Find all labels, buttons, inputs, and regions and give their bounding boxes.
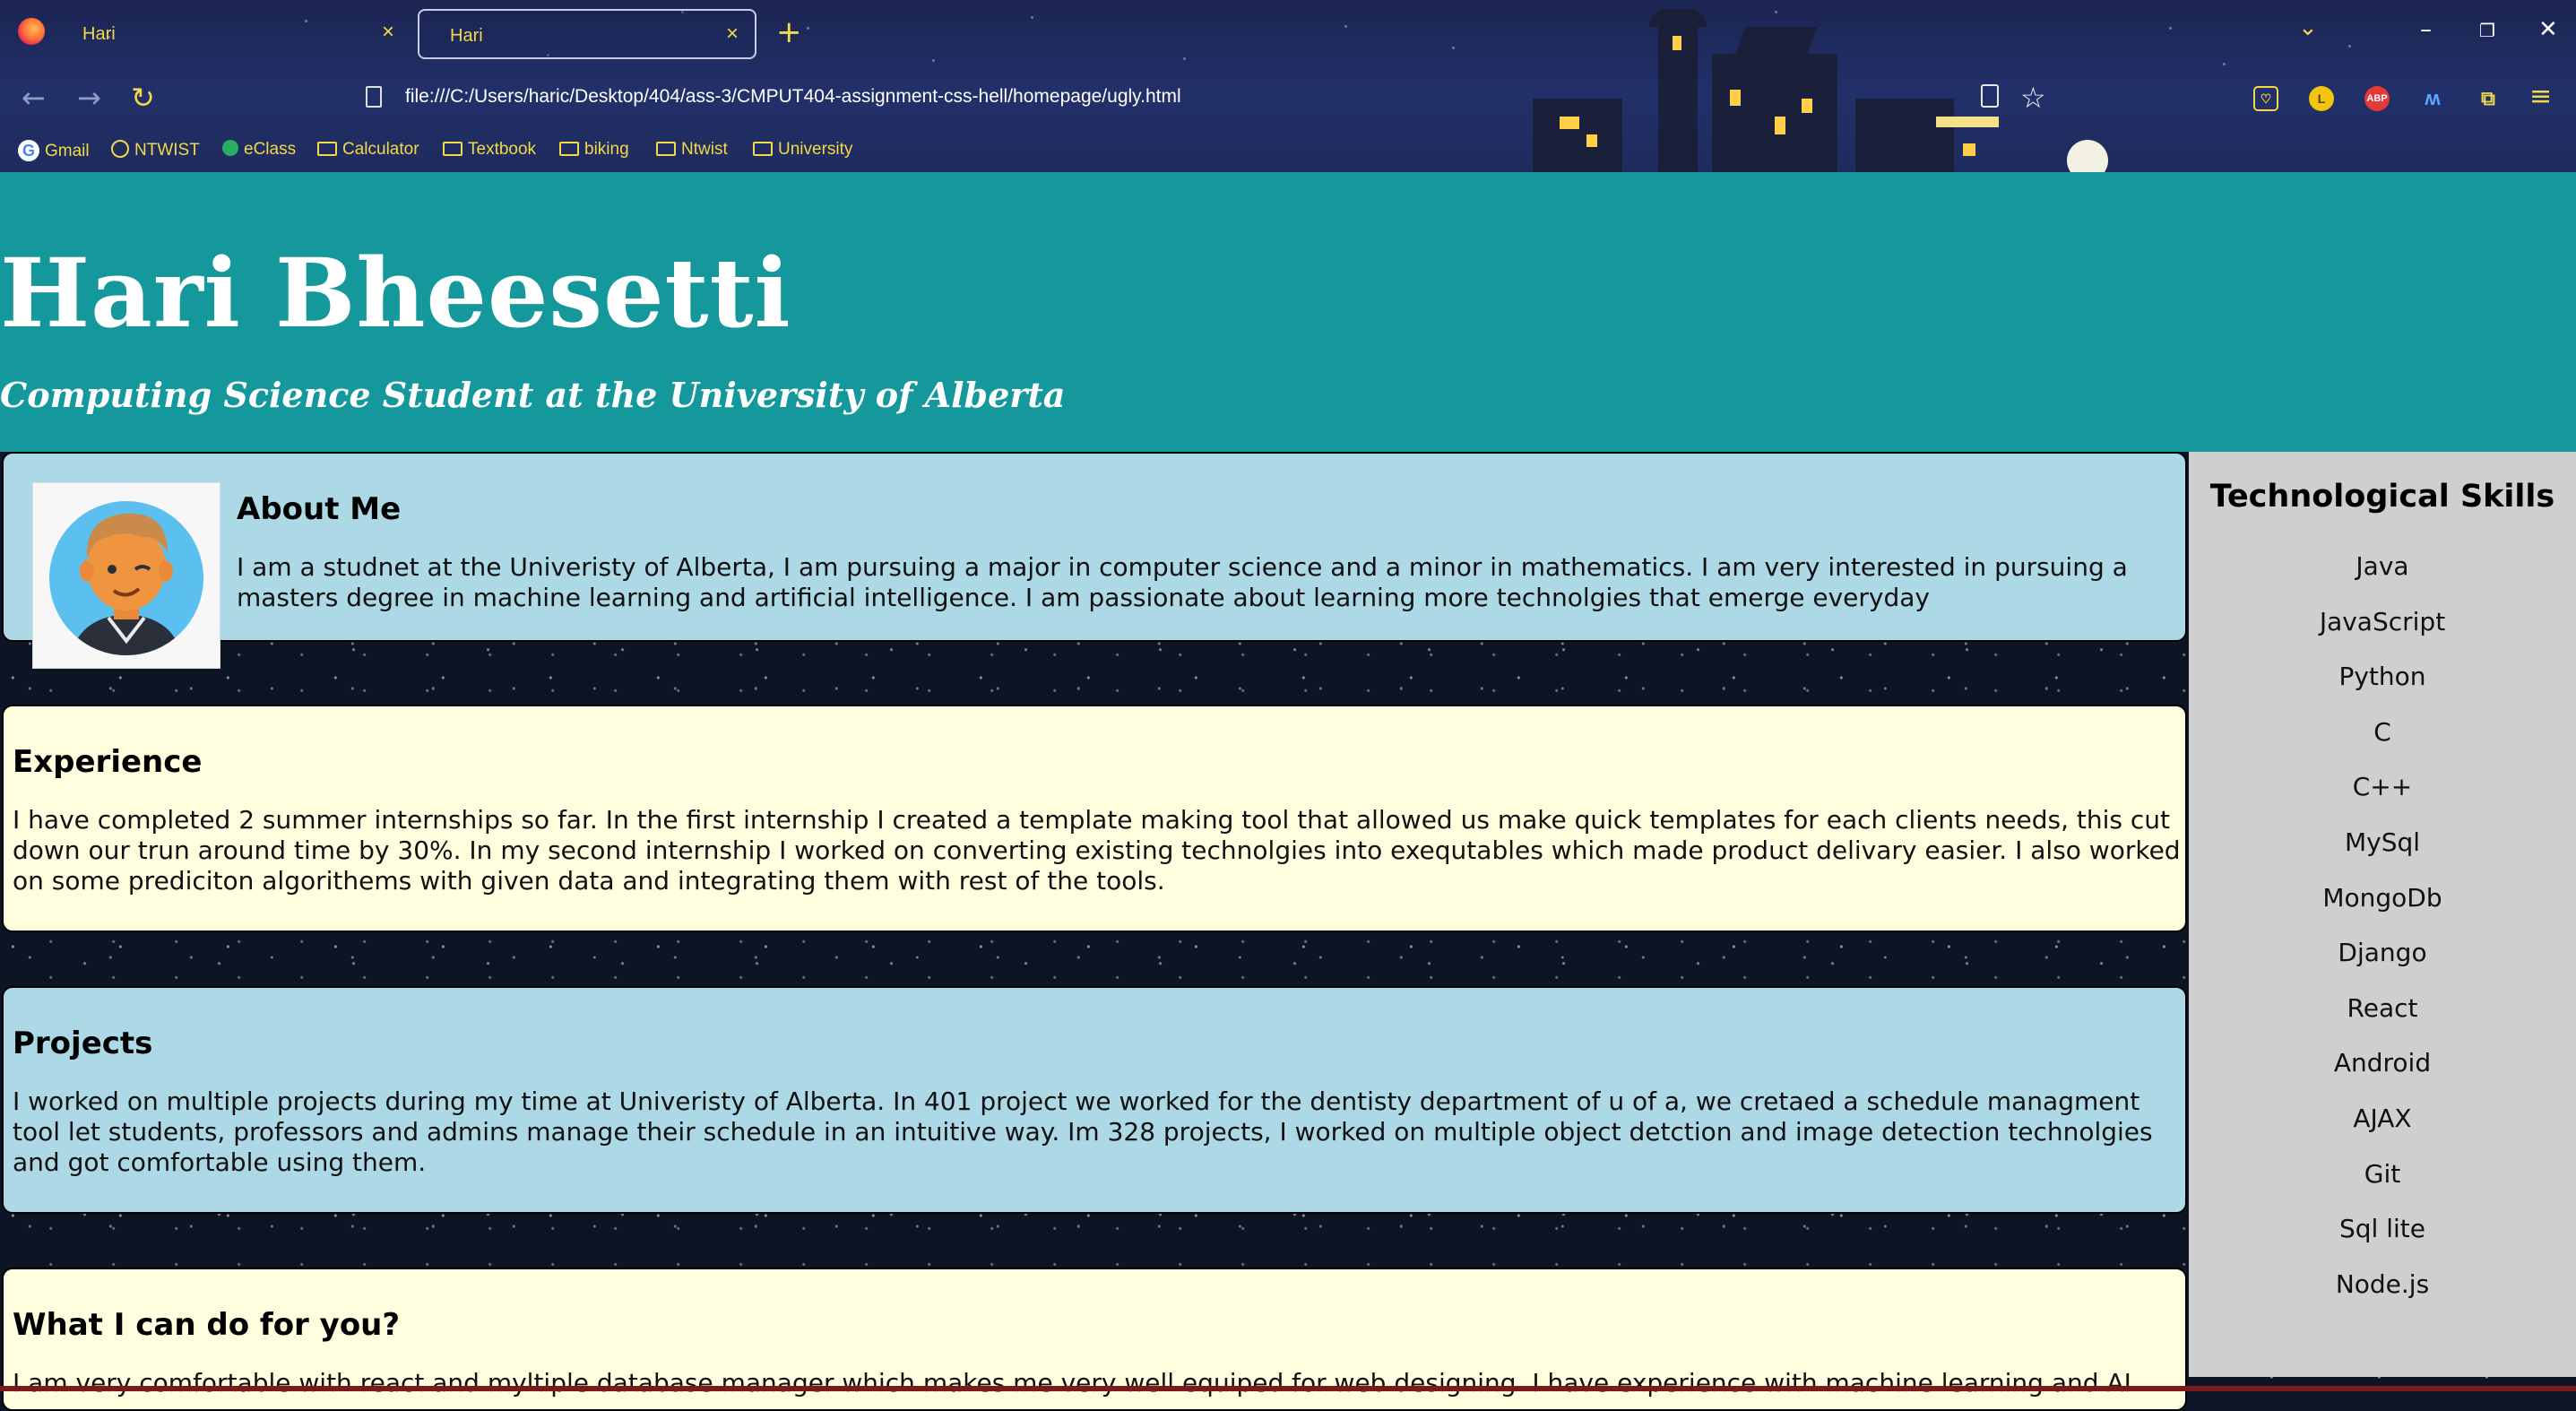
back-arrow-icon[interactable]: ← (22, 81, 46, 115)
page-subtitle: Computing Science Student at the Univers… (0, 375, 1066, 415)
folder-icon (443, 142, 462, 156)
folder-icon (656, 142, 676, 156)
what-i-can-do-heading: What I can do for you? (13, 1307, 401, 1343)
tab-2-active[interactable]: Hari × (418, 9, 756, 59)
extensions-puzzle-icon[interactable]: ⧉ (2476, 86, 2501, 111)
window-bottom-edge (0, 1386, 2576, 1391)
avatar (32, 482, 220, 669)
tab-2-title: Hari (450, 26, 483, 46)
skills-heading: Technological Skills (2209, 479, 2555, 515)
bookmark-star-icon[interactable]: ☆ (2020, 81, 2046, 115)
skills-list: Java JavaScript Python C C++ MySql Mongo… (2189, 540, 2576, 1312)
forward-arrow-icon[interactable]: → (77, 81, 101, 115)
extension-l-icon[interactable]: L (2309, 86, 2334, 111)
url-bar[interactable]: file:///C:/Users/haric/Desktop/404/ass-3… (405, 86, 1181, 108)
bookmark-eclass[interactable]: eClass (222, 140, 296, 160)
page-document-icon (366, 86, 382, 108)
tab-strip: Hari × Hari × + ⌄ – ❐ ✕ (0, 0, 2576, 68)
tab-1[interactable]: Hari × (52, 9, 411, 59)
skill-item: AJAX (2353, 1103, 2412, 1133)
skill-item: JavaScript (2319, 606, 2446, 636)
new-tab-plus-icon[interactable]: + (776, 14, 802, 50)
about-me-text: I am a studnet at the Univeristy of Albe… (237, 552, 2128, 612)
bookmarks-toolbar: G Gmail NTWIST eClass Calculator Textbook… (0, 127, 2576, 172)
skill-item: MySql (2344, 827, 2421, 857)
experience-heading: Experience (13, 744, 203, 780)
skills-sidebar: Technological Skills Java JavaScript Pyt… (2189, 452, 2576, 1377)
page-viewport: Hari Bheesetti Computing Science Student… (0, 172, 2576, 1411)
folder-icon (753, 142, 773, 156)
skill-item: React (2347, 992, 2418, 1023)
firefox-logo-icon (18, 18, 45, 45)
reload-icon[interactable]: ↻ (131, 81, 155, 115)
bookmark-ntwist-folder[interactable]: Ntwist (656, 140, 728, 160)
projects-text: I worked on multiple projects during my … (13, 1086, 2153, 1177)
about-me-heading: About Me (237, 491, 402, 527)
pocket-icon[interactable]: ♡ (2253, 86, 2278, 111)
skill-item: Sql lite (2339, 1214, 2425, 1244)
skill-item: Git (2364, 1158, 2401, 1189)
bookmark-ntwist[interactable]: NTWIST (111, 140, 200, 160)
experience-section: Experience I have completed 2 summer int… (2, 705, 2187, 932)
extension-m-icon[interactable]: ʍ (2420, 86, 2445, 111)
about-me-section: About Me I am a studnet at the Univerist… (2, 452, 2187, 669)
bookmark-university[interactable]: University (753, 140, 852, 160)
restore-icon[interactable]: ❐ (2479, 20, 2495, 41)
skill-item: C++ (2352, 772, 2413, 802)
bookmark-biking[interactable]: biking (559, 140, 629, 160)
browser-chrome: Hari × Hari × + ⌄ – ❐ ✕ ← → ↻ file:///C:… (0, 0, 2576, 172)
skill-item: Java (2356, 551, 2409, 581)
header-banner: Hari Bheesetti Computing Science Student… (0, 172, 2576, 452)
skill-item: Python (2338, 662, 2426, 692)
skill-item: Node.js (2335, 1268, 2430, 1299)
skill-item: Android (2333, 1048, 2432, 1078)
minimize-icon[interactable]: – (2420, 16, 2432, 43)
bookmark-textbook[interactable]: Textbook (443, 140, 536, 160)
experience-text: I have completed 2 summer internships so… (13, 805, 2181, 896)
folder-icon (317, 142, 337, 156)
globe-icon (111, 140, 129, 158)
tab-1-title: Hari (82, 24, 116, 44)
folder-icon (559, 142, 579, 156)
tab-1-close-icon[interactable]: × (382, 20, 394, 45)
hamburger-menu-icon[interactable]: ≡ (2529, 81, 2552, 112)
navigation-toolbar: ← → ↻ file:///C:/Users/haric/Desktop/404… (0, 68, 2576, 127)
close-window-icon[interactable]: ✕ (2538, 16, 2558, 43)
tab-2-close-icon[interactable]: × (726, 22, 739, 47)
page-title-name: Hari Bheesetti (0, 237, 791, 349)
skill-item: MongoDb (2322, 882, 2442, 913)
bookmark-calculator[interactable]: Calculator (317, 140, 419, 160)
tab-list-chevron-down-icon[interactable]: ⌄ (2298, 14, 2318, 41)
skill-item: C (2373, 716, 2391, 747)
adblock-plus-icon[interactable]: ABP (2364, 86, 2390, 111)
google-icon: G (18, 140, 39, 161)
eclass-icon (222, 140, 238, 156)
projects-section: Projects I worked on multiple projects d… (2, 986, 2187, 1214)
bookmark-gmail[interactable]: G Gmail (18, 140, 90, 161)
skill-item: Django (2338, 938, 2427, 968)
projects-heading: Projects (13, 1026, 153, 1061)
avatar-illustration (49, 501, 203, 655)
what-i-can-do-text: I am very comfortable with react and myl… (13, 1368, 2131, 1398)
reader-view-icon[interactable] (1981, 84, 1999, 108)
